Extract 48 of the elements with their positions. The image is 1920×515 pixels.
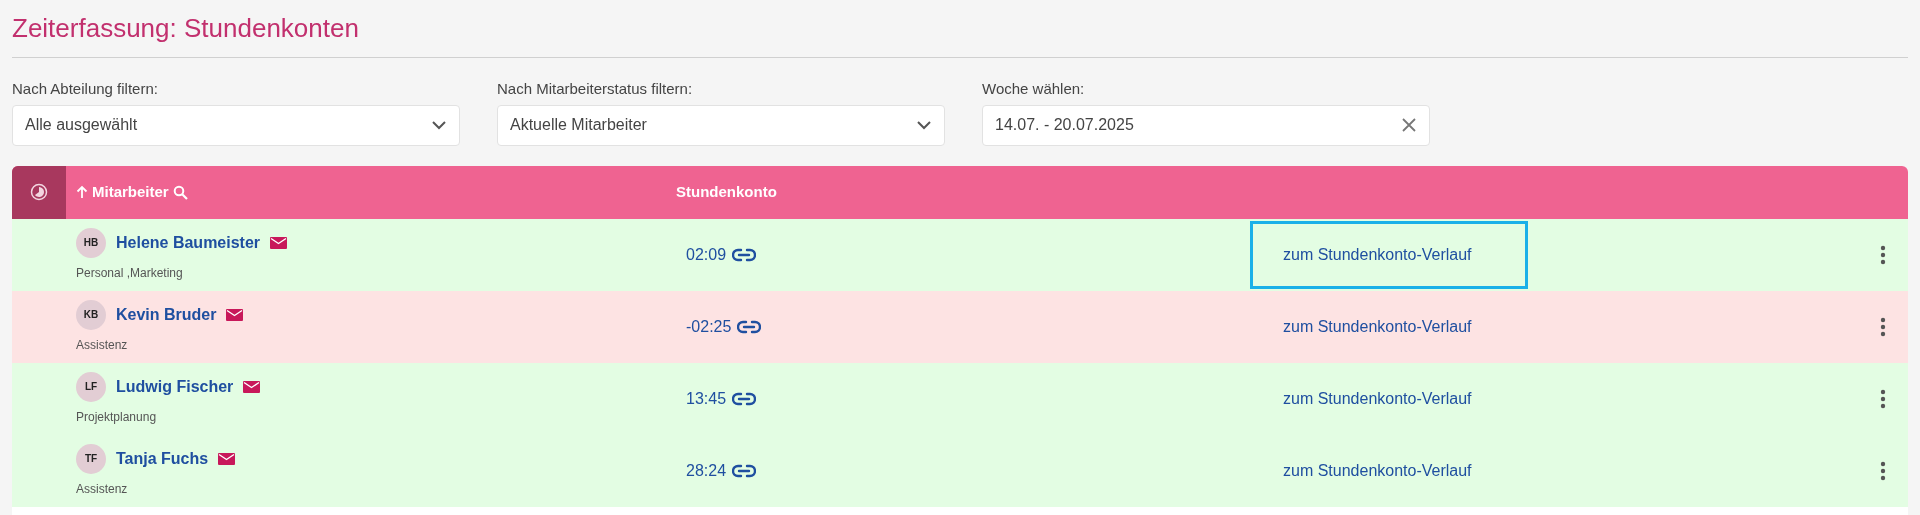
department-text: Assistenz	[76, 336, 129, 354]
dropdown-field[interactable]: Alle ausgewählt	[12, 104, 460, 146]
history-link[interactable]: zum Stundenkonto-Verlauf	[1250, 436, 1528, 505]
department-text: Personal ,Marketing	[76, 264, 184, 282]
more-vertical-icon[interactable]	[1880, 388, 1886, 409]
search-icon[interactable]	[172, 184, 188, 200]
avatar: TF	[76, 443, 106, 474]
more-vertical-icon[interactable]	[1880, 316, 1886, 337]
history-link[interactable]: zum Stundenkonto-Verlauf	[1250, 364, 1528, 433]
mail-icon[interactable]	[243, 380, 261, 393]
balance-value: 02:09	[686, 244, 727, 265]
filter-label: Nach Mitarbeiterstatus filtern:	[497, 79, 694, 99]
dropdown-field[interactable]: Aktuelle Mitarbeiter	[497, 104, 945, 146]
department-text: Projektplanung	[76, 408, 158, 426]
field-value: Aktuelle Mitarbeiter	[510, 115, 647, 135]
close-icon[interactable]	[1401, 117, 1417, 133]
chevron-down-icon	[431, 120, 447, 130]
employee-name[interactable]: Helene Baumeister	[116, 230, 261, 255]
mail-icon[interactable]	[270, 236, 288, 249]
field-value: Alle ausgewählt	[25, 115, 138, 135]
filter-label: Woche wählen:	[982, 79, 1086, 99]
more-vertical-icon[interactable]	[1880, 460, 1886, 481]
mail-icon[interactable]	[226, 308, 244, 321]
link-icon[interactable]	[737, 319, 762, 334]
field-value: 14.07. - 20.07.2025	[995, 115, 1134, 135]
link-icon[interactable]	[732, 463, 757, 478]
link-icon[interactable]	[732, 247, 757, 262]
balance-value: 13:45	[686, 388, 727, 409]
chevron-down-icon	[916, 120, 932, 130]
employee-name[interactable]: Ludwig Fischer	[116, 374, 234, 399]
more-vertical-icon[interactable]	[1880, 244, 1886, 265]
link-icon[interactable]	[732, 391, 757, 406]
avatar: KB	[76, 299, 106, 330]
date-field[interactable]: 14.07. - 20.07.2025	[982, 104, 1430, 146]
mail-icon[interactable]	[218, 452, 236, 465]
avatar: HB	[76, 227, 106, 258]
employee-name[interactable]: Tanja Fuchs	[116, 446, 209, 471]
page-title: Zeiterfassung: Stundenkonten	[12, 12, 359, 45]
department-text: Assistenz	[76, 480, 129, 498]
filter-label: Nach Abteilung filtern:	[12, 79, 159, 99]
history-link[interactable]: zum Stundenkonto-Verlauf	[1250, 292, 1528, 361]
history-link[interactable]: zum Stundenkonto-Verlauf	[1250, 220, 1528, 289]
employee-name[interactable]: Kevin Bruder	[116, 302, 217, 327]
avatar: LF	[76, 371, 106, 402]
pie-icon[interactable]	[30, 183, 48, 201]
arrow-up-icon[interactable]	[76, 185, 88, 199]
balance-value: 28:24	[686, 460, 727, 481]
balance-value: -02:25	[686, 316, 732, 337]
